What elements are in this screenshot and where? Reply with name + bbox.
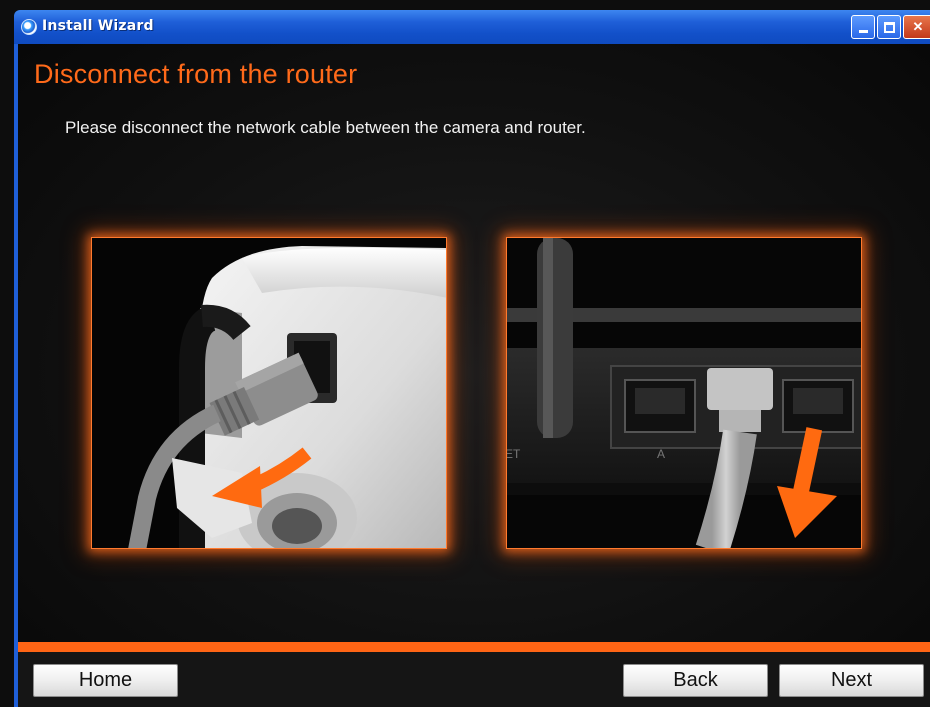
svg-text:A: A [657, 447, 665, 461]
instruction-text: Please disconnect the network cable betw… [65, 118, 586, 137]
close-icon: ✕ [912, 19, 924, 34]
minimize-icon [858, 30, 868, 33]
app-globe-icon [21, 19, 37, 35]
minimize-button[interactable] [851, 15, 875, 39]
wizard-content: Disconnect from the router Please discon… [18, 44, 930, 642]
camera-cable-photo [91, 237, 447, 549]
title-bar[interactable]: Install Wizard ✕ [14, 10, 930, 44]
svg-text:ET: ET [507, 447, 521, 461]
router-port-photo: A ET 2 [506, 237, 862, 549]
window-title: Install Wizard [42, 18, 154, 34]
home-button[interactable]: Home [33, 664, 178, 697]
footer-divider [18, 642, 930, 652]
close-button[interactable]: ✕ [903, 15, 930, 39]
maximize-icon [883, 21, 895, 33]
maximize-button[interactable] [877, 15, 901, 39]
page-title: Disconnect from the router [34, 59, 358, 89]
next-button[interactable]: Next [779, 664, 924, 697]
install-wizard-window: Install Wizard ✕ Disconnect from the rou… [0, 0, 930, 707]
back-button[interactable]: Back [623, 664, 768, 697]
wizard-footer: Home Back Next [18, 652, 930, 707]
camera-cable-illustration [92, 238, 446, 548]
router-port-illustration: A ET 2 [507, 238, 861, 548]
